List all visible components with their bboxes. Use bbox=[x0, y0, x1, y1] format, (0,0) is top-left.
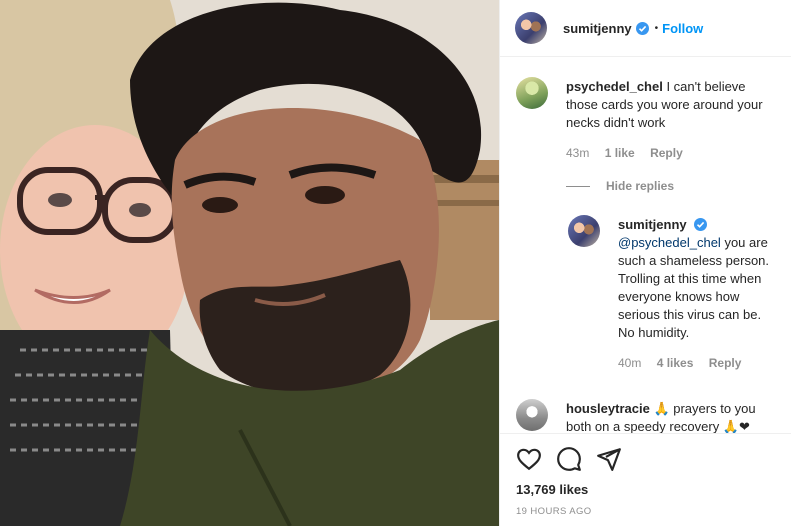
post-header: sumitjenny • Follow bbox=[500, 0, 791, 57]
comment-time[interactable]: 43m bbox=[566, 146, 589, 160]
likes-count[interactable]: 13,769 likes bbox=[516, 482, 588, 497]
heart-icon[interactable] bbox=[516, 446, 542, 472]
instagram-post: sumitjenny • Follow psychedel_chel I can… bbox=[0, 0, 791, 526]
selfie-image bbox=[0, 0, 499, 526]
reply-button[interactable]: Reply bbox=[650, 146, 683, 160]
hide-replies-toggle[interactable]: Hide replies bbox=[566, 179, 674, 193]
follow-button[interactable]: Follow bbox=[662, 21, 703, 36]
commenter-avatar[interactable] bbox=[516, 77, 548, 109]
separator-dot: • bbox=[654, 22, 659, 34]
reply-item: sumitjenny @psychedel_chel you are such … bbox=[568, 215, 780, 372]
mention-link[interactable]: @psychedel_chel bbox=[618, 235, 721, 250]
reply-avatar[interactable] bbox=[568, 215, 600, 247]
reply-username[interactable]: sumitjenny bbox=[618, 217, 687, 232]
commenter-username[interactable]: psychedel_chel bbox=[566, 79, 663, 94]
hide-replies-label[interactable]: Hide replies bbox=[606, 179, 674, 193]
reply-button[interactable]: Reply bbox=[709, 356, 742, 370]
reply-likes[interactable]: 4 likes bbox=[657, 356, 694, 370]
verified-badge-icon bbox=[694, 218, 708, 231]
reply-text: you are such a shameless person. Trollin… bbox=[618, 235, 770, 340]
comment-meta: 43m 1 like Reply bbox=[566, 144, 776, 162]
share-icon[interactable] bbox=[596, 446, 622, 472]
comments-panel: sumitjenny • Follow psychedel_chel I can… bbox=[499, 0, 791, 526]
author-username[interactable]: sumitjenny bbox=[563, 21, 632, 36]
comment-item: psychedel_chel I can't believe those car… bbox=[516, 77, 778, 162]
reply-time[interactable]: 40m bbox=[618, 356, 641, 370]
comments-list[interactable]: psychedel_chel I can't believe those car… bbox=[500, 57, 791, 433]
commenter-username[interactable]: housleytracie bbox=[566, 401, 650, 416]
verified-badge-icon bbox=[635, 21, 649, 35]
comment-item: housleytracie 🙏 prayers to you both on a… bbox=[516, 399, 778, 433]
post-photo[interactable] bbox=[0, 0, 499, 526]
divider-line bbox=[566, 185, 590, 187]
comment-icon[interactable] bbox=[556, 446, 582, 472]
post-actions: 13,769 likes 19 HOURS AGO bbox=[500, 433, 791, 526]
commenter-avatar[interactable] bbox=[516, 399, 548, 431]
reply-meta: 40m 4 likes Reply bbox=[618, 354, 780, 372]
comment-likes[interactable]: 1 like bbox=[605, 146, 635, 160]
author-avatar[interactable] bbox=[515, 12, 547, 44]
post-timestamp[interactable]: 19 HOURS AGO bbox=[516, 506, 592, 517]
